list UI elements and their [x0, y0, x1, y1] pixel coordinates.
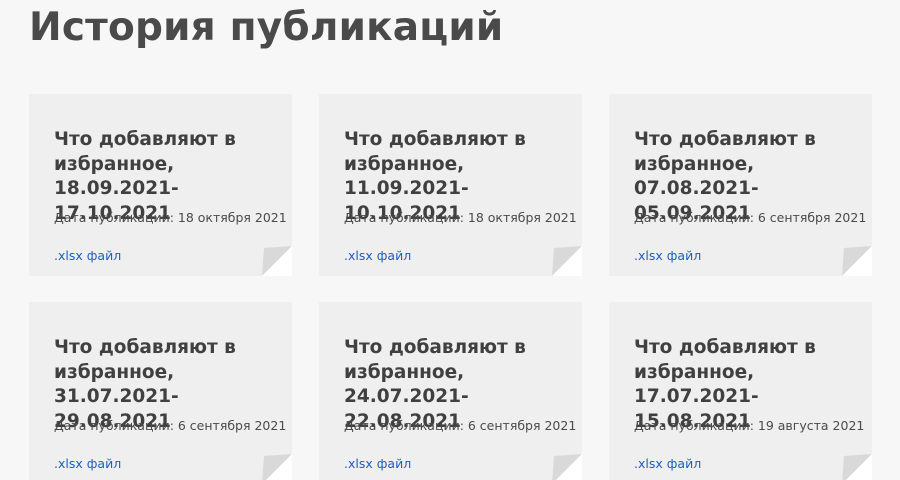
card-title-line: Что добавляют в	[344, 129, 526, 150]
card-title-line: Что добавляют в	[54, 337, 236, 358]
page-fold-corner-icon	[842, 454, 872, 480]
page-fold-corner-icon	[552, 454, 582, 480]
page-title: История публикаций	[29, 5, 504, 50]
xlsx-file-link[interactable]: .xlsx файл	[54, 456, 121, 471]
page-fold-corner-icon	[842, 246, 872, 276]
xlsx-file-link[interactable]: .xlsx файл	[634, 248, 701, 263]
card-title-line: Что добавляют в	[344, 337, 526, 358]
card-title-line: избранное,	[634, 153, 755, 175]
card-title-line: избранное,	[344, 361, 465, 383]
card-title-line: Что добавляют в	[54, 129, 236, 150]
publication-card: Что добавляют в избранное, 18.09.2021- 17.…	[29, 94, 292, 276]
publication-card: Что добавляют в избранное, 17.07.2021- 15.…	[609, 302, 872, 480]
xlsx-file-link[interactable]: .xlsx файл	[344, 248, 411, 263]
publication-date: Дата публикации: 6 сентября 2021	[634, 210, 867, 225]
page-fold-corner-icon	[262, 454, 292, 480]
xlsx-file-link[interactable]: .xlsx файл	[344, 456, 411, 471]
card-title-line: избранное,	[344, 153, 465, 175]
publication-date: Дата публикации: 19 августа 2021	[634, 418, 865, 433]
xlsx-file-link[interactable]: .xlsx файл	[54, 248, 121, 263]
card-title-line: избранное,	[634, 361, 755, 383]
page-fold-corner-icon	[552, 246, 582, 276]
page-fold-corner-icon	[262, 246, 292, 276]
publications-grid: Что добавляют в избранное, 18.09.2021- 17.…	[29, 94, 873, 480]
card-title-line: Что добавляют в	[634, 337, 816, 358]
publication-card: Что добавляют в избранное, 31.07.2021- 29.…	[29, 302, 292, 480]
publication-history-page: История публикаций Что добавляют в избран…	[0, 0, 900, 480]
card-title-line: избранное,	[54, 361, 175, 383]
publication-date: Дата публикации: 18 октября 2021	[344, 210, 577, 225]
publication-date: Дата публикации: 6 сентября 2021	[344, 418, 577, 433]
publication-date: Дата публикации: 6 сентября 2021	[54, 418, 287, 433]
card-title-line: избранное,	[54, 153, 175, 175]
publication-card: Что добавляют в избранное, 07.08.2021- 05.…	[609, 94, 872, 276]
publication-date: Дата публикации: 18 октября 2021	[54, 210, 287, 225]
publication-card: Что добавляют в избранное, 24.07.2021- 22.…	[319, 302, 582, 480]
card-title-line: Что добавляют в	[634, 129, 816, 150]
xlsx-file-link[interactable]: .xlsx файл	[634, 456, 701, 471]
publication-card: Что добавляют в избранное, 11.09.2021- 10.…	[319, 94, 582, 276]
